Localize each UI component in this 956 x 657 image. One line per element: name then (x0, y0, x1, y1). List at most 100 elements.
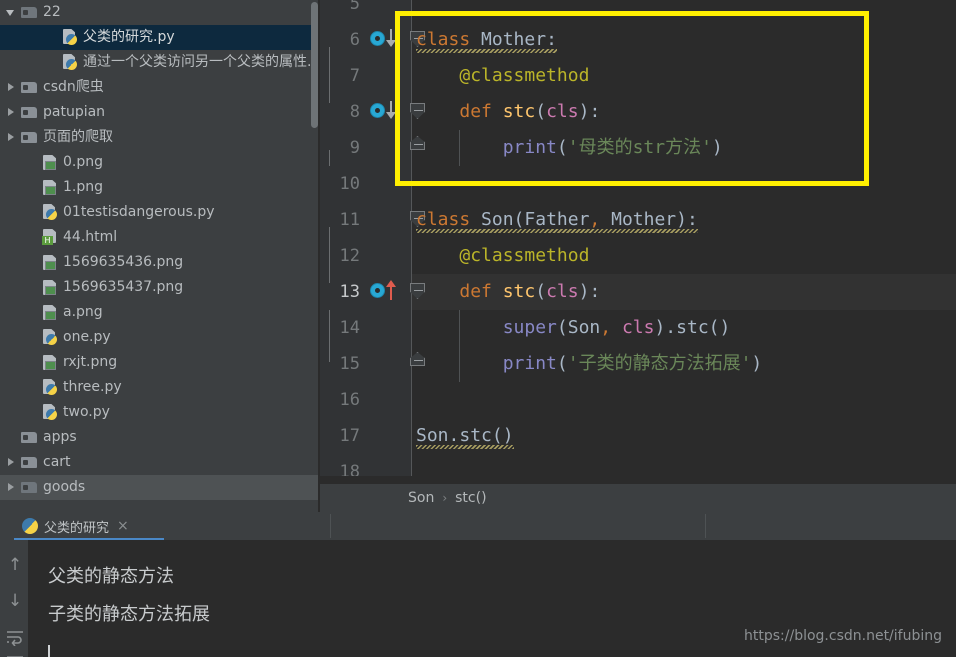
code-line-7[interactable]: 7 @classmethod (320, 58, 956, 94)
chevron-right-icon[interactable] (4, 475, 20, 500)
tree-item-16[interactable]: two.py (0, 400, 320, 425)
tree-item-label: apps (43, 429, 77, 445)
tree-item-12[interactable]: a.png (0, 300, 320, 325)
scroll-down-icon[interactable]: ↓ (6, 592, 24, 610)
tree-twisty-placeholder (24, 375, 40, 400)
folder-icon (20, 425, 40, 450)
tree-item-label: one.py (63, 329, 111, 345)
tree-twisty-placeholder (24, 350, 40, 375)
tree-item-1[interactable]: 父类的研究.py (0, 25, 320, 50)
tree-twisty-placeholder (24, 325, 40, 350)
breadcrumb-separator-icon: › (442, 491, 448, 505)
print-icon[interactable] (6, 652, 24, 657)
folder-open-icon (20, 0, 40, 25)
image-file-icon (40, 250, 60, 275)
code-line-12[interactable]: 12 @classmethod (320, 238, 956, 274)
scroll-up-icon[interactable]: ↑ (6, 556, 24, 574)
image-file-icon (40, 350, 60, 375)
code-line-10[interactable]: 10 (320, 166, 956, 202)
tree-twisty-placeholder (4, 425, 20, 450)
console-caret (48, 645, 50, 657)
tree-item-13[interactable]: one.py (0, 325, 320, 350)
line-number: 8 (349, 102, 360, 122)
tree-item-7[interactable]: 1.png (0, 175, 320, 200)
code-text[interactable]: def stc(cls): (416, 94, 600, 130)
breadcrumb[interactable]: Son › stc() (320, 484, 956, 512)
code-line-16[interactable]: 16 (320, 382, 956, 418)
tree-item-8[interactable]: 01testisdangerous.py (0, 200, 320, 225)
tree-item-label: 01testisdangerous.py (63, 204, 215, 220)
code-text[interactable]: print('母类的str方法') (416, 130, 723, 166)
tree-item-label: 通过一个父类访问另一个父类的属性.p (83, 54, 320, 70)
run-toolbar[interactable]: ↑ ↓ (0, 540, 28, 657)
image-file-icon (40, 300, 60, 325)
code-line-14[interactable]: 14 super(Son, cls).stc() (320, 310, 956, 346)
chevron-right-icon[interactable] (4, 450, 20, 475)
chevron-down-icon[interactable] (4, 0, 20, 25)
tree-item-label: 0.png (63, 154, 104, 170)
tree-twisty-placeholder (24, 175, 40, 200)
code-line-6[interactable]: 6 class Mother: (320, 22, 956, 83)
code-editor[interactable]: 5 6 class Mother: 7 @classmethod 8 def stc(c… (320, 0, 956, 512)
tree-item-2[interactable]: 通过一个父类访问另一个父类的属性.p (0, 50, 320, 75)
code-line-17[interactable]: 17 Son.stc() (320, 418, 956, 454)
tree-item-label: cart (43, 454, 71, 470)
run-tab[interactable]: 父类的研究 × (14, 512, 164, 540)
code-text[interactable]: print('子类的静态方法拓展') (416, 346, 763, 382)
image-file-icon (40, 175, 60, 200)
tree-twisty-placeholder (24, 275, 40, 300)
fold-connector (329, 150, 330, 166)
fold-connector (329, 310, 330, 346)
breadcrumb-item-method[interactable]: stc() (455, 490, 486, 506)
code-line-8[interactable]: 8 def stc(cls): (320, 94, 956, 130)
code-text[interactable]: @classmethod (416, 58, 589, 94)
tree-item-9[interactable]: 44.html (0, 225, 320, 250)
code-text[interactable]: super(Son, cls).stc() (416, 310, 731, 346)
tree-item-10[interactable]: 1569635436.png (0, 250, 320, 275)
python-file-icon (60, 50, 80, 75)
code-line-9[interactable]: 9 print('母类的str方法') (320, 130, 956, 166)
soft-wrap-icon[interactable] (6, 628, 24, 647)
overriding-method-icon[interactable] (370, 280, 408, 304)
tree-item-19[interactable]: goods (0, 475, 320, 500)
html-file-icon (40, 225, 60, 250)
python-file-icon (40, 375, 60, 400)
tree-item-6[interactable]: 0.png (0, 150, 320, 175)
tree-item-4[interactable]: patupian (0, 100, 320, 125)
chevron-right-icon[interactable] (4, 125, 20, 150)
code-line-13[interactable]: 13 def stc(cls): (320, 274, 956, 310)
tree-item-5[interactable]: 页面的爬取 (0, 125, 320, 150)
tree-item-14[interactable]: rxjt.png (0, 350, 320, 375)
run-tabbar[interactable]: 父类的研究 × (0, 512, 956, 541)
tree-twisty-placeholder (24, 250, 40, 275)
project-tree-list[interactable]: 22 父类的研究.py 通过一个父类访问另一个父类的属性.p csdn爬虫 patupi… (0, 0, 320, 500)
tree-item-18[interactable]: cart (0, 450, 320, 475)
arrow-down-icon (386, 29, 397, 49)
code-text[interactable]: def stc(cls): (416, 274, 600, 310)
code-text[interactable]: @classmethod (416, 238, 589, 274)
project-tree-scrollbar[interactable] (311, 2, 318, 128)
tree-item-17[interactable]: apps (0, 425, 320, 450)
line-number: 17 (339, 426, 360, 446)
breadcrumb-item-class[interactable]: Son (408, 490, 434, 506)
chevron-right-icon[interactable] (4, 75, 20, 100)
project-tree-panel[interactable]: 22 父类的研究.py 通过一个父类访问另一个父类的属性.p csdn爬虫 patupi… (0, 0, 320, 512)
code-line-15[interactable]: 15 print('子类的静态方法拓展') (320, 346, 956, 382)
overridden-method-icon[interactable] (370, 100, 408, 124)
tree-twisty-placeholder (24, 200, 40, 225)
chevron-right-icon[interactable] (4, 100, 20, 125)
error-squiggle (416, 229, 699, 233)
tree-twisty-placeholder (24, 400, 40, 425)
tree-item-3[interactable]: csdn爬虫 (0, 75, 320, 100)
tree-item-label: two.py (63, 404, 110, 420)
tree-twisty-placeholder (44, 25, 60, 50)
overridden-method-icon[interactable] (370, 28, 408, 52)
ide-window: 22 父类的研究.py 通过一个父类访问另一个父类的属性.p csdn爬虫 patupi… (0, 0, 956, 657)
method-marker-circle-icon (370, 31, 385, 46)
tree-item-0[interactable]: 22 (0, 0, 320, 25)
tree-item-15[interactable]: three.py (0, 375, 320, 400)
code-line-5[interactable]: 5 (320, 0, 956, 22)
code-line-11[interactable]: 11 class Son(Father, Mother): (320, 202, 956, 263)
close-icon[interactable]: × (117, 518, 129, 534)
tree-item-11[interactable]: 1569635437.png (0, 275, 320, 300)
